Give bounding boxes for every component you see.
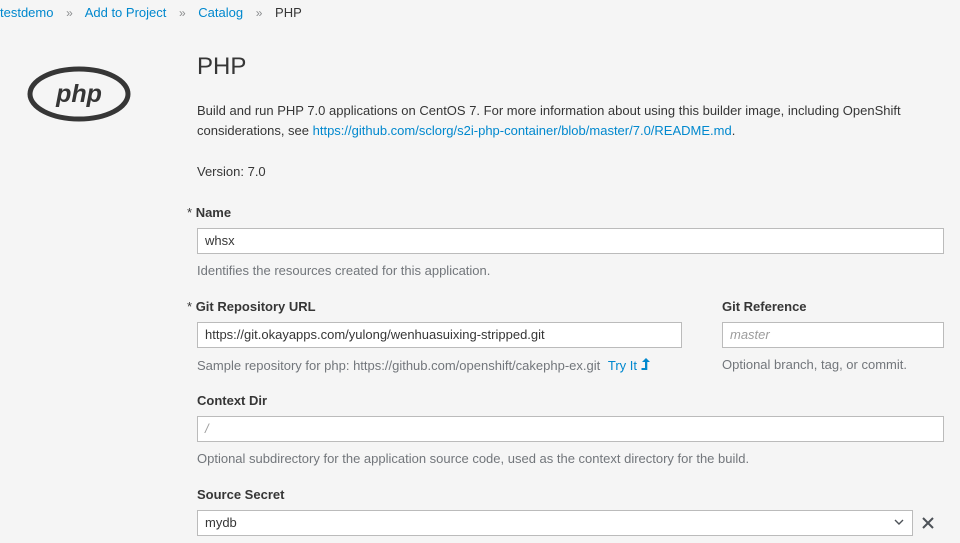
try-it-link[interactable]: Try It	[608, 358, 651, 373]
try-it-label: Try It	[607, 358, 637, 373]
git-reference-label: Git Reference	[722, 299, 807, 314]
breadcrumb-current: PHP	[275, 5, 302, 20]
description: Build and run PHP 7.0 applications on Ce…	[197, 101, 947, 141]
source-secret-value: mydb	[205, 515, 237, 530]
name-help: Identifies the resources created for thi…	[197, 263, 491, 278]
git-reference-help: Optional branch, tag, or commit.	[722, 357, 907, 372]
git-url-input[interactable]: https://git.okayapps.com/yulong/wenhuasu…	[197, 322, 682, 348]
php-logo-icon: php	[27, 66, 131, 122]
remove-secret-button[interactable]	[922, 514, 934, 532]
chevron-down-icon	[894, 519, 904, 525]
git-url-help-text: Sample repository for php: https://githu…	[197, 358, 601, 373]
name-label: * Name	[187, 205, 231, 220]
git-url-label-text: Git Repository URL	[195, 299, 316, 314]
breadcrumb-separator: »	[255, 6, 263, 20]
php-logo: php	[27, 66, 131, 125]
breadcrumb-link-catalog[interactable]: Catalog	[198, 5, 243, 20]
git-url-help: Sample repository for php: https://githu…	[197, 357, 651, 373]
source-secret-label: Source Secret	[197, 487, 285, 502]
git-url-label: * Git Repository URL	[187, 299, 316, 314]
breadcrumb-link-project[interactable]: testdemo	[0, 5, 53, 20]
context-dir-help: Optional subdirectory for the applicatio…	[197, 451, 750, 466]
breadcrumb-separator: »	[66, 6, 73, 20]
close-icon	[922, 517, 934, 529]
version-text: Version: 7.0	[197, 164, 266, 179]
breadcrumb: testdemo » Add to Project » Catalog » PH…	[0, 5, 302, 20]
logo-text: php	[55, 80, 102, 108]
required-mark: *	[187, 299, 193, 314]
page-title: PHP	[197, 53, 247, 80]
readme-link[interactable]: https://github.com/sclorg/s2i-php-contai…	[313, 123, 732, 138]
context-dir-label: Context Dir	[197, 393, 268, 408]
breadcrumb-separator: »	[178, 6, 186, 20]
required-mark: *	[187, 205, 193, 220]
description-suffix: .	[731, 123, 736, 138]
level-up-icon	[641, 358, 650, 370]
git-reference-input[interactable]: master	[722, 322, 944, 348]
name-input[interactable]: whsx	[197, 228, 944, 254]
breadcrumb-link-add-to-project[interactable]: Add to Project	[85, 5, 167, 20]
context-dir-input[interactable]: /	[197, 416, 944, 442]
name-label-text: Name	[195, 205, 232, 220]
source-secret-select[interactable]: mydb	[197, 510, 913, 536]
